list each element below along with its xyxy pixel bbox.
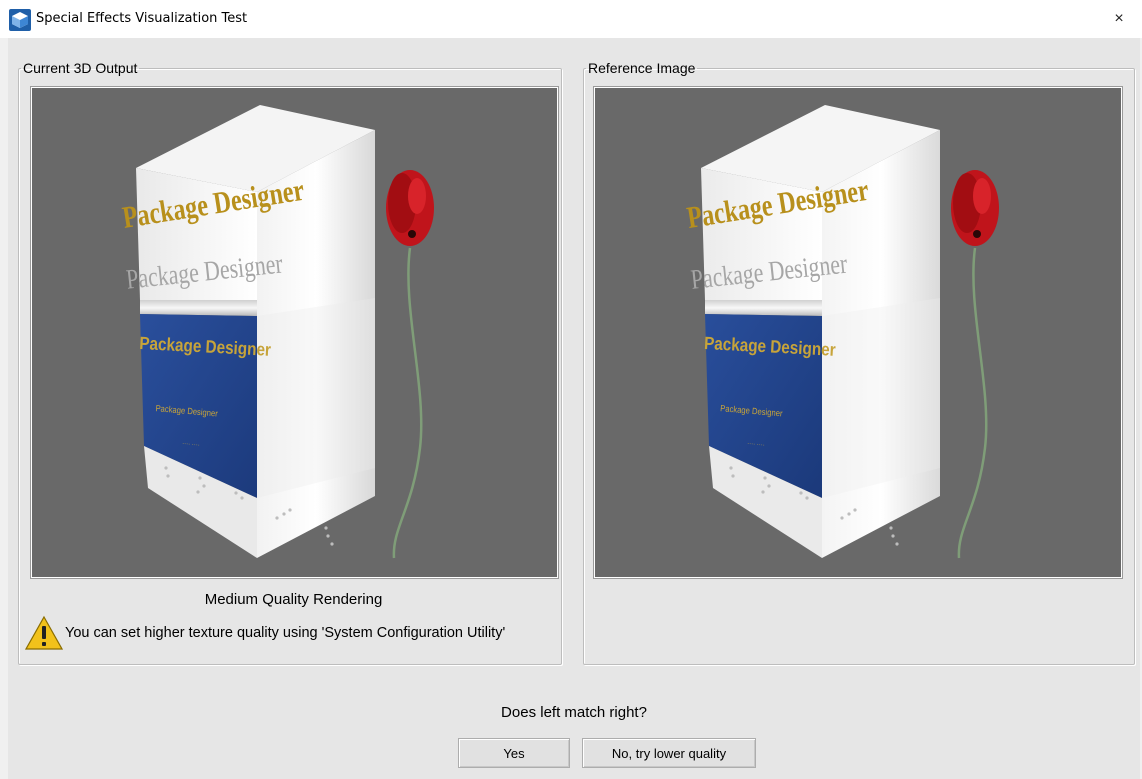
box-render-current: Package Designer Package Designer Packag… — [120, 105, 434, 559]
flower-stem — [957, 247, 988, 559]
close-button[interactable]: × — [1096, 0, 1142, 38]
reference-image-viewport: Package Designer Package Designer Packag… — [594, 87, 1122, 578]
yes-button[interactable]: Yes — [458, 738, 570, 768]
current-3d-output-viewport: Package Designer Package Designer Packag… — [31, 87, 558, 578]
title-bar: Special Effects Visualization Test × — [0, 0, 1142, 38]
current-output-legend: Current 3D Output — [23, 60, 138, 76]
poppy-flower — [951, 170, 999, 246]
poppy-flower — [386, 170, 434, 246]
dialog-body: Current 3D Output Package Designer Packa… — [8, 38, 1140, 779]
window-title: Special Effects Visualization Test — [36, 11, 248, 26]
warning-icon — [25, 615, 63, 650]
match-question: Does left match right? — [501, 704, 647, 721]
texture-warning: You can set higher texture quality using… — [25, 615, 505, 651]
box-render-reference: Package Designer Package Designer Packag… — [685, 105, 999, 559]
try-lower-quality-button[interactable]: No, try lower quality — [582, 738, 756, 768]
reference-image-legend: Reference Image — [588, 60, 696, 76]
flower-stem — [392, 247, 423, 559]
warning-text: You can set higher texture quality using… — [65, 625, 506, 641]
close-icon[interactable]: × — [1114, 10, 1123, 28]
app-logo-icon — [9, 9, 31, 31]
rendering-quality-label: Medium Quality Rendering — [204, 591, 383, 608]
